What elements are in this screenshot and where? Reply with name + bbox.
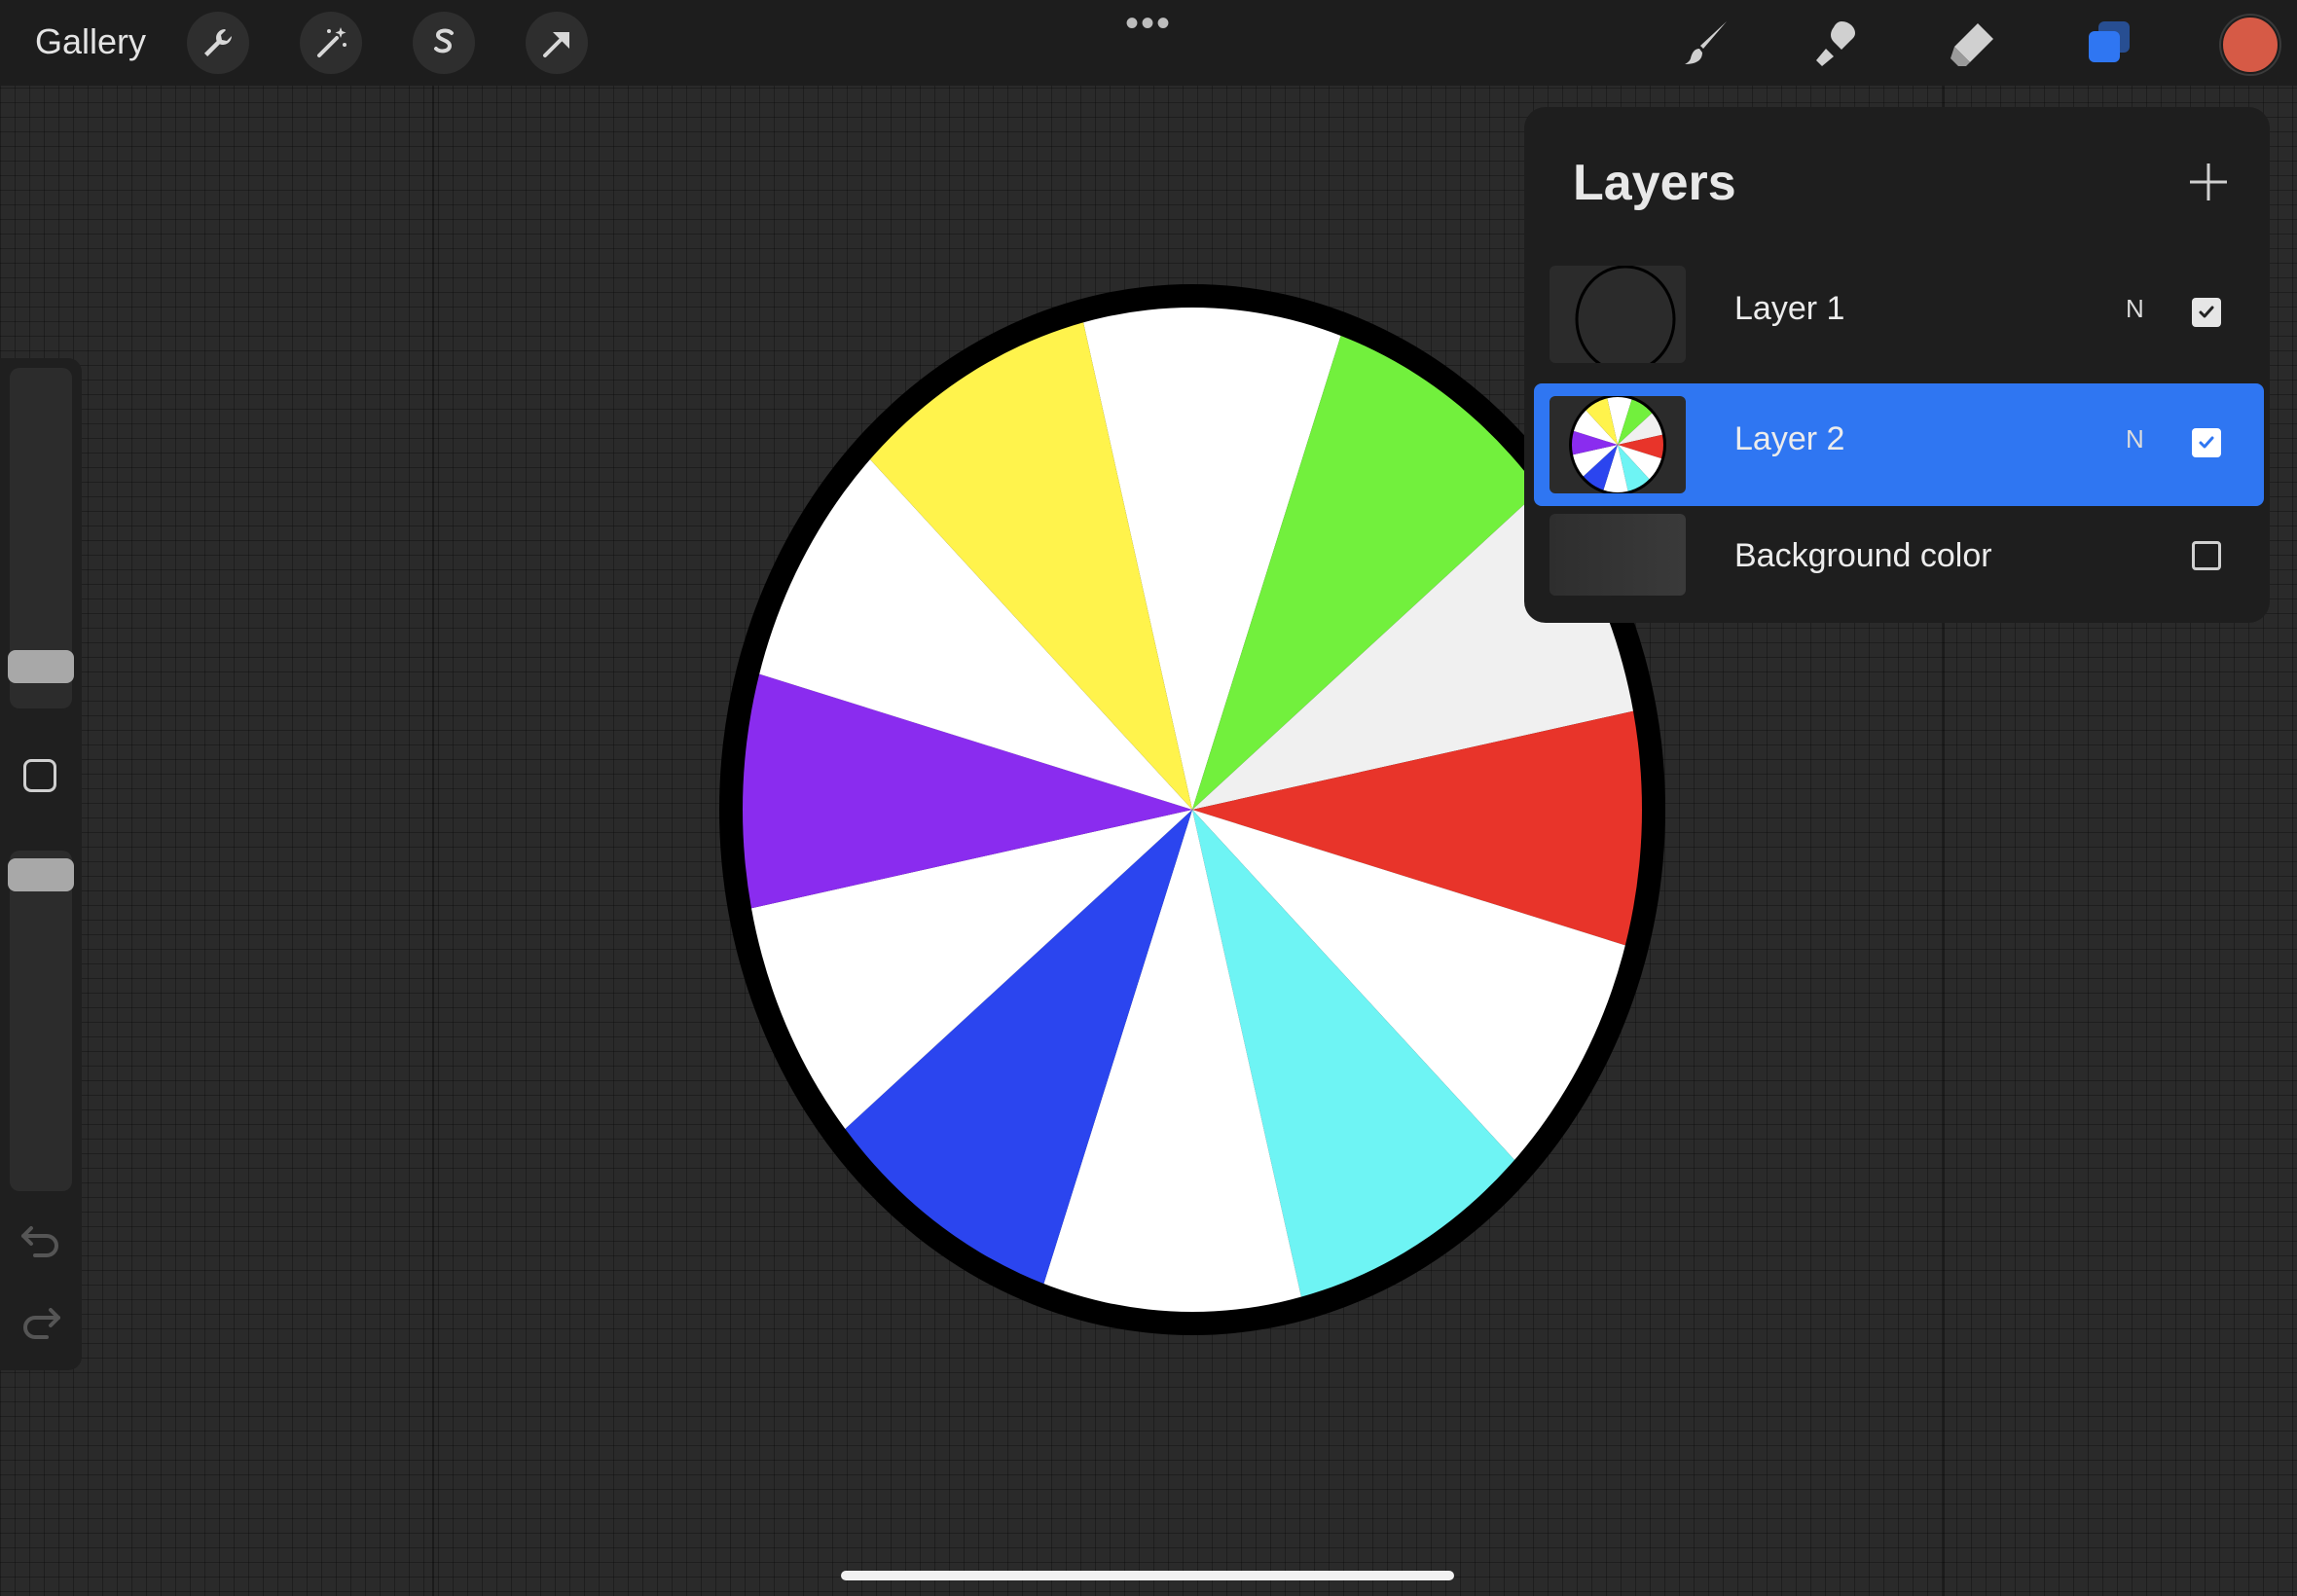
magic-wand-icon xyxy=(317,27,346,57)
layers-panel: Layers Layer 1 N Layer 2 N Background co… xyxy=(1524,107,2270,623)
wrench-icon xyxy=(204,29,232,56)
undo-icon[interactable] xyxy=(18,1220,64,1259)
layer-name: Layer 1 xyxy=(1734,290,1845,327)
blend-mode-button[interactable]: N xyxy=(2126,294,2144,324)
selection-s-icon xyxy=(434,28,454,54)
color-wheel-thumb-icon xyxy=(1569,396,1666,493)
background-color-swatch[interactable] xyxy=(1550,514,1686,596)
checkmark-icon xyxy=(2199,436,2214,449)
canvas-guide-line xyxy=(432,86,434,1596)
layers-panel-title: Layers xyxy=(1573,155,1736,211)
blend-mode-button[interactable]: N xyxy=(2126,424,2144,454)
brush-icon xyxy=(1685,21,1727,64)
circle-outline-thumb-icon xyxy=(1575,266,1676,363)
smudge-icon xyxy=(1816,21,1855,66)
transform-button[interactable] xyxy=(526,12,588,74)
layer-row-layer-2[interactable]: Layer 2 N xyxy=(1534,383,2264,506)
color-picker-button[interactable] xyxy=(2221,16,2279,74)
actions-wrench-button[interactable] xyxy=(187,12,249,74)
layer-thumbnail xyxy=(1550,396,1686,493)
layer-thumbnail xyxy=(1550,266,1686,363)
layer-row-background-color[interactable]: Background color xyxy=(1534,510,2264,603)
redo-icon[interactable] xyxy=(18,1302,64,1341)
layer-visibility-checkbox[interactable] xyxy=(2192,298,2221,327)
left-sidebar xyxy=(0,358,82,1370)
smudge-tool-button[interactable] xyxy=(1810,14,1869,72)
layer-visibility-checkbox[interactable] xyxy=(2192,541,2221,570)
eraser-icon xyxy=(1951,23,1993,66)
gallery-button[interactable]: Gallery xyxy=(35,18,146,66)
brush-size-slider-thumb[interactable] xyxy=(8,650,74,683)
add-layer-plus-icon[interactable] xyxy=(2184,158,2233,206)
brush-tool-button[interactable] xyxy=(1678,14,1736,72)
layer-visibility-checkbox[interactable] xyxy=(2192,428,2221,457)
modify-button[interactable] xyxy=(23,759,56,792)
layer-name: Layer 2 xyxy=(1734,420,1845,457)
opacity-slider[interactable] xyxy=(10,851,72,1191)
opacity-slider-thumb[interactable] xyxy=(8,858,74,891)
layer-row-layer-1[interactable]: Layer 1 N xyxy=(1534,253,2264,376)
transform-arrow-icon xyxy=(543,32,569,57)
checkmark-icon xyxy=(2199,306,2214,318)
adjustments-button[interactable] xyxy=(300,12,362,74)
eraser-tool-button[interactable] xyxy=(1943,14,2001,72)
more-options-icon[interactable]: ••• xyxy=(1125,4,1172,43)
layers-tool-button[interactable] xyxy=(2079,14,2137,72)
home-indicator xyxy=(841,1571,1454,1580)
thumb-wheel-slices xyxy=(1572,397,1663,492)
top-toolbar: Gallery ••• xyxy=(0,0,2297,86)
layers-icon xyxy=(2089,21,2130,62)
layer-name: Background color xyxy=(1734,537,1992,574)
selection-button[interactable] xyxy=(413,12,475,74)
